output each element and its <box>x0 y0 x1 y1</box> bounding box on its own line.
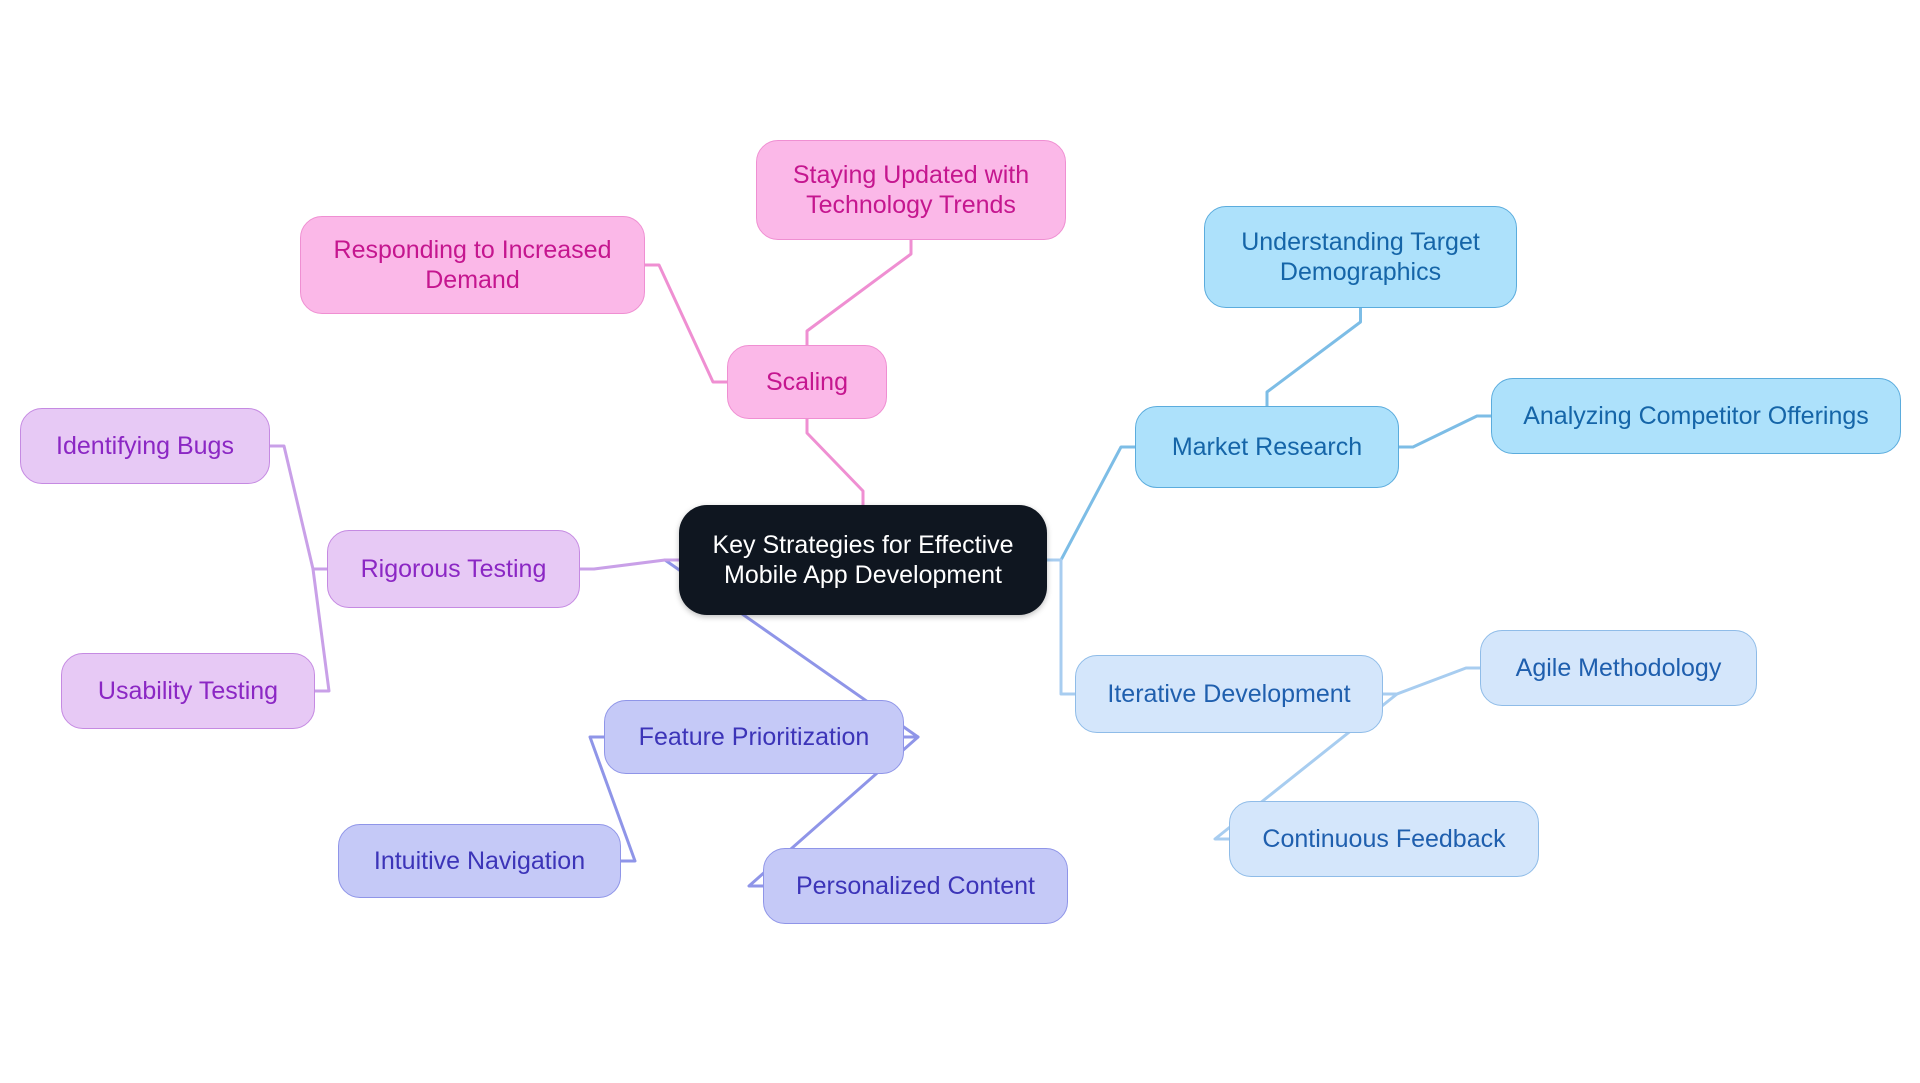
mindmap-node-label: Feature Prioritization <box>638 722 870 751</box>
mindmap-node-scaling[interactable]: Scaling <box>727 345 887 419</box>
mindmap-canvas: Key Strategies for Effective Mobile App … <box>0 0 1920 1083</box>
edge-root-market-research <box>1045 445 1137 562</box>
mindmap-node-label: Iterative Development <box>1107 679 1351 708</box>
mindmap-node-agile-methodology[interactable]: Agile Methodology <box>1480 630 1757 706</box>
edge-market-research-understanding <box>1265 306 1362 408</box>
mindmap-node-label: Scaling <box>766 367 848 396</box>
edge-scaling-responding <box>643 263 729 384</box>
mindmap-node-label: Identifying Bugs <box>56 431 234 460</box>
edge-iterative-agile <box>1381 666 1482 696</box>
mindmap-node-label: Agile Methodology <box>1515 653 1722 682</box>
mindmap-node-analyzing-competitor-offerings[interactable]: Analyzing Competitor Offerings <box>1491 378 1901 454</box>
mindmap-node-label: Key Strategies for Effective Mobile App … <box>712 530 1014 590</box>
mindmap-node-root[interactable]: Key Strategies for Effective Mobile App … <box>679 505 1047 615</box>
edge-market-research-analyzing <box>1397 414 1493 449</box>
mindmap-node-staying-updated-with-technology-trends[interactable]: Staying Updated with Technology Trends <box>756 140 1066 240</box>
mindmap-node-feature-prioritization[interactable]: Feature Prioritization <box>604 700 904 774</box>
edge-rigorous-identifying <box>268 444 329 571</box>
edge-root-rigorous-testing <box>578 558 681 571</box>
mindmap-node-usability-testing[interactable]: Usability Testing <box>61 653 315 729</box>
mindmap-node-rigorous-testing[interactable]: Rigorous Testing <box>327 530 580 608</box>
mindmap-node-personalized-content[interactable]: Personalized Content <box>763 848 1068 924</box>
mindmap-node-label: Personalized Content <box>795 871 1036 900</box>
mindmap-node-label: Rigorous Testing <box>360 554 547 583</box>
mindmap-node-label: Intuitive Navigation <box>373 846 586 875</box>
mindmap-node-label: Staying Updated with Technology Trends <box>792 160 1030 220</box>
edge-root-iterative-development <box>1045 558 1077 696</box>
mindmap-node-identifying-bugs[interactable]: Identifying Bugs <box>20 408 270 484</box>
mindmap-node-intuitive-navigation[interactable]: Intuitive Navigation <box>338 824 621 898</box>
mindmap-node-understanding-target-demographics[interactable]: Understanding Target Demographics <box>1204 206 1517 308</box>
mindmap-node-responding-to-increased-demand[interactable]: Responding to Increased Demand <box>300 216 645 314</box>
edge-root-scaling <box>805 417 865 507</box>
mindmap-node-iterative-development[interactable]: Iterative Development <box>1075 655 1383 733</box>
mindmap-node-continuous-feedback[interactable]: Continuous Feedback <box>1229 801 1539 877</box>
mindmap-node-label: Responding to Increased Demand <box>333 235 612 295</box>
mindmap-node-label: Understanding Target Demographics <box>1241 227 1480 287</box>
mindmap-node-market-research[interactable]: Market Research <box>1135 406 1399 488</box>
edge-scaling-staying <box>805 238 913 347</box>
mindmap-node-label: Continuous Feedback <box>1262 824 1506 853</box>
mindmap-node-label: Analyzing Competitor Offerings <box>1523 401 1869 430</box>
mindmap-node-label: Market Research <box>1171 432 1363 461</box>
mindmap-node-label: Usability Testing <box>97 676 279 705</box>
